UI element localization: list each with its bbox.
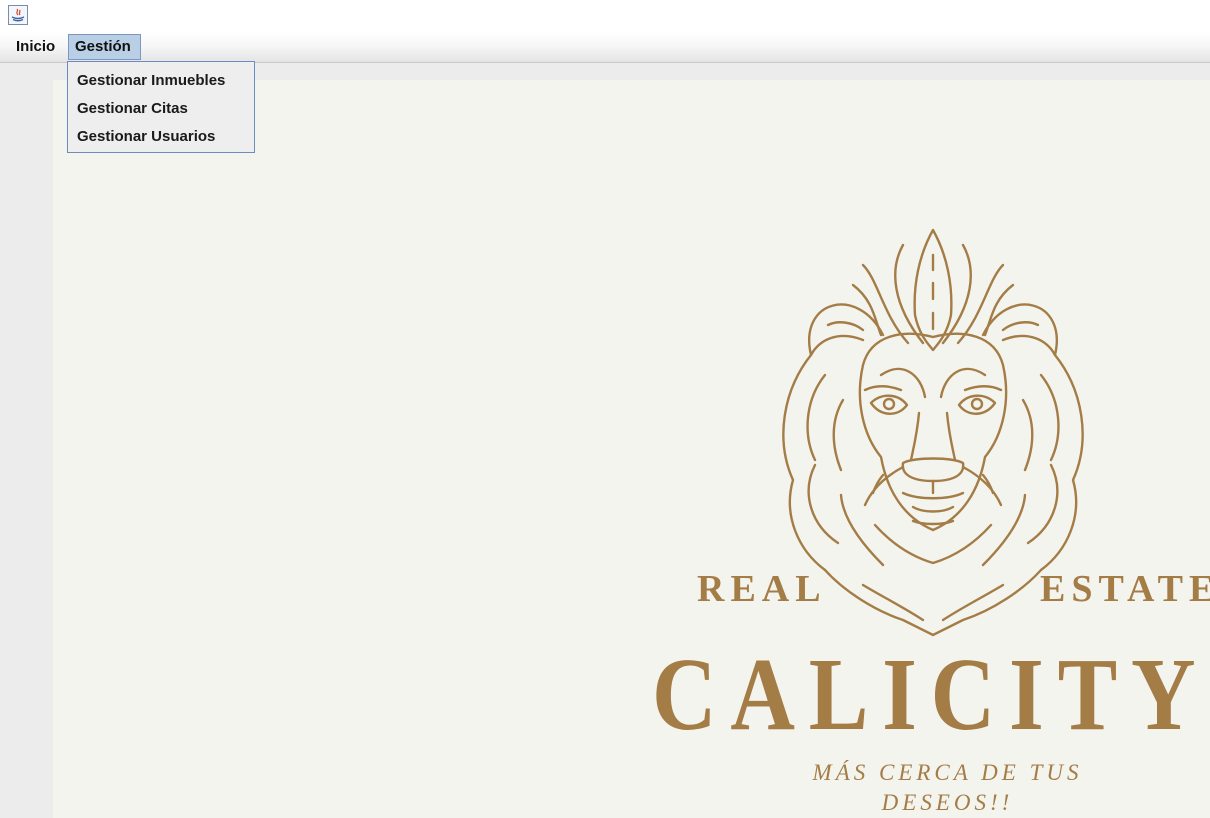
menu-item-gestionar-citas[interactable]: Gestionar Citas [68,96,254,124]
menu-gestion[interactable]: Gestión [68,34,141,60]
title-bar [0,0,1210,32]
menu-bar: Inicio Gestión [0,32,1210,63]
menu-inicio[interactable]: Inicio [10,34,64,60]
brand-word-right: ESTATE [1040,568,1210,610]
brand-tagline: MÁS CERCA DE TUS DESEOS!! [812,760,1083,815]
java-app-icon[interactable] [8,5,28,25]
menu-item-gestionar-inmuebles[interactable]: Gestionar Inmuebles [68,68,254,96]
left-panel [0,63,53,818]
gestion-dropdown-menu: Gestionar Inmuebles Gestionar Citas Gest… [67,61,255,153]
brand-word-left: REAL [697,568,827,610]
menu-item-gestionar-usuarios[interactable]: Gestionar Usuarios [68,124,254,152]
brand-name: CALICITY [652,637,1210,752]
